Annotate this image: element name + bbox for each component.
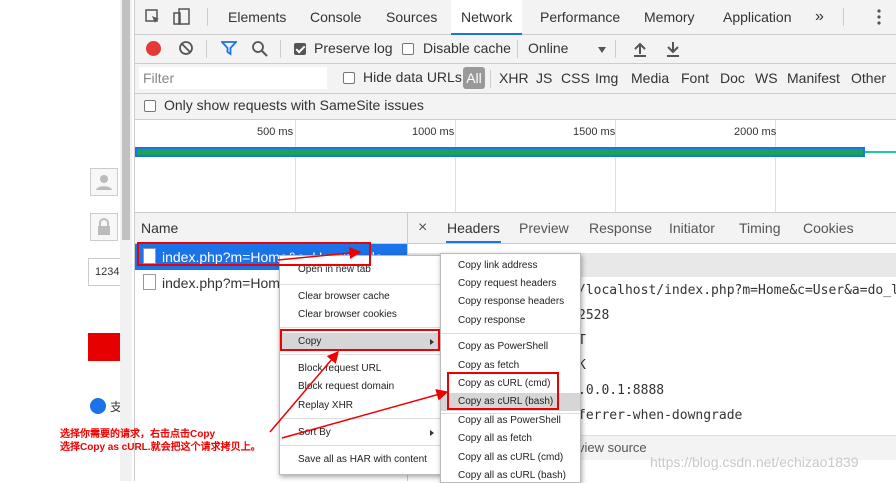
annotation-line-2: 选择Copy as cURL.就会把这个请求拷贝上。 [60, 442, 261, 453]
annotation-arrows [269, 247, 449, 439]
